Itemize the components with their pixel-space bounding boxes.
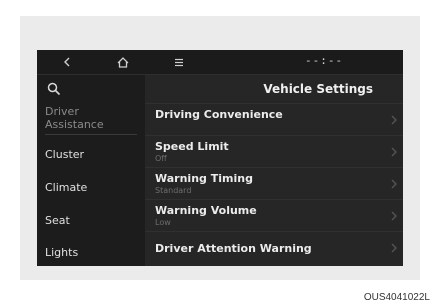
chevron-right-icon [391, 147, 397, 157]
home-icon [117, 56, 129, 68]
setting-label: Warning Timing [155, 172, 253, 185]
sidebar-item-driver-assistance[interactable]: Driver Assistance [45, 105, 137, 135]
setting-value: Off [155, 154, 167, 163]
settings-main-panel: Vehicle Settings Driving Convenience Spe… [145, 75, 403, 266]
sidebar-item-label: Seat [45, 214, 70, 227]
sidebar-item-seat[interactable]: Seat [45, 214, 137, 227]
figure-code: OUS4041022L [363, 292, 430, 303]
chevron-right-icon [391, 243, 397, 253]
setting-row-speed-limit[interactable]: Speed Limit Off [145, 135, 403, 168]
search-icon [47, 82, 61, 96]
setting-label: Driver Attention Warning [155, 242, 312, 255]
setting-value: Standard [155, 186, 192, 195]
setting-row-driving-convenience[interactable]: Driving Convenience [145, 103, 403, 136]
sidebar-item-label: Lights [45, 246, 79, 259]
setting-row-driver-attention-warning[interactable]: Driver Attention Warning [145, 231, 403, 264]
sidebar-item-label: Climate [45, 181, 88, 194]
sidebar-item-label-line2: Assistance [45, 118, 104, 131]
setting-row-warning-timing[interactable]: Warning Timing Standard [145, 167, 403, 200]
setting-value: Low [155, 218, 171, 227]
sidebar-item-label-line1: Driver [45, 105, 79, 118]
setting-label: Speed Limit [155, 140, 229, 153]
chevron-right-icon [391, 179, 397, 189]
setting-label: Warning Volume [155, 204, 257, 217]
setting-row-warning-volume[interactable]: Warning Volume Low [145, 199, 403, 232]
back-chevron-icon [64, 57, 70, 67]
chevron-right-icon [391, 115, 397, 125]
sidebar-item-lights[interactable]: Lights [45, 246, 137, 259]
clock-display: --:-- [305, 54, 344, 67]
setting-label: Driving Convenience [155, 108, 283, 121]
infotainment-screen: --:-- Driver Assistance Cluster Climate … [37, 50, 403, 266]
search-button[interactable] [47, 81, 63, 97]
page-title: Vehicle Settings [263, 82, 373, 96]
home-button[interactable] [113, 54, 133, 70]
sidebar-item-label: Cluster [45, 148, 85, 161]
sidebar-item-climate[interactable]: Climate [45, 181, 137, 194]
chevron-right-icon [391, 211, 397, 221]
menu-button[interactable] [169, 54, 189, 70]
back-button[interactable] [57, 54, 77, 70]
top-bar: --:-- [37, 50, 403, 75]
menu-icon [175, 58, 183, 66]
sidebar-item-cluster[interactable]: Cluster [45, 148, 137, 161]
settings-sidebar: Driver Assistance Cluster Climate Seat L… [37, 75, 145, 266]
